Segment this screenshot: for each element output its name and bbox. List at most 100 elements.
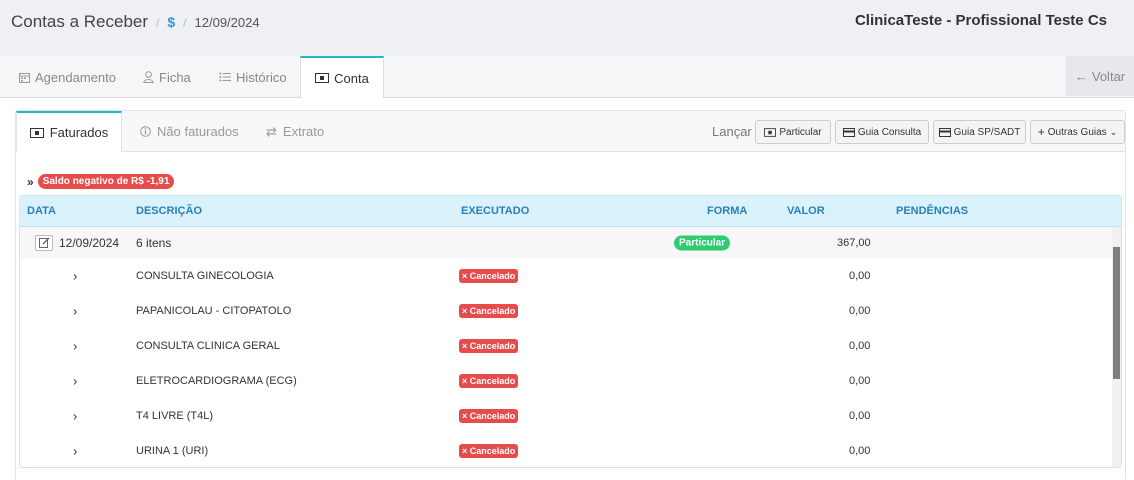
exchange-icon: ⇄ [266,123,277,139]
plus-icon: + [1037,125,1045,139]
saldo-badge: Saldo negativo de R$ -1,91 [37,174,175,189]
top-bar: Contas a Receber / $ / 12/09/2024 Clinic… [0,0,1134,44]
account-panel: Faturados Não faturados ⇄ Extrato Lançar… [15,110,1126,480]
dollar-icon[interactable]: $ [167,14,175,30]
arrow-left-icon: ← [1074,68,1088,84]
row-description: ELETROCARDIOGRAMA (ECG) [136,374,297,387]
back-button[interactable]: ← Voltar [1066,56,1134,96]
header-executado: EXECUTADO [461,205,530,217]
status-badge: × Cancelado [459,338,519,353]
tab-label: Agendamento [35,69,116,85]
row-description: 6 itens [136,235,172,250]
chevron-right-icon[interactable]: › [73,408,77,423]
header-forma: FORMA [707,205,748,217]
chevron-right-icon[interactable]: › [73,338,77,353]
scrollbar[interactable] [1112,227,1121,467]
money-icon [315,73,330,83]
user-icon [143,71,154,83]
subtab-label: Não faturados [157,124,239,139]
row-valor: 0,00 [849,304,871,317]
tab-agendamento[interactable]: Agendamento [19,56,116,98]
edit-icon[interactable] [35,234,53,251]
chevron-right-icon[interactable]: › [73,373,77,388]
header-data: DATA [27,205,56,217]
list-icon [219,72,231,82]
tab-historico[interactable]: Histórico [219,56,287,98]
row-valor: 0,00 [849,374,871,387]
breadcrumb: Contas a Receber / $ / 12/09/2024 [11,12,260,32]
header-pendencias: PENDÊNCIAS [896,205,969,217]
tab-label: Histórico [236,69,287,85]
tab-conta[interactable]: Conta [300,56,384,99]
guia-consulta-button[interactable]: Guia Consulta [835,120,929,144]
tab-nao-faturados[interactable]: Não faturados [140,111,239,152]
calendar-icon [19,72,30,83]
back-label: Voltar [1091,68,1126,84]
row-valor: 0,00 [849,269,871,282]
breadcrumb-date: 12/09/2024 [194,15,260,30]
page-title: Contas a Receber [11,12,149,31]
guia-sp-sadt-button[interactable]: Guia SP/SADT [933,120,1026,144]
row-valor: 0,00 [849,409,871,422]
table-row[interactable]: › PAPANICOLAU - CITOPATOLO × Cancelado 0… [20,293,1113,328]
row-date: 12/09/2024 [59,235,120,250]
main-tabs: Agendamento Ficha Histórico Conta [0,56,1134,99]
row-description: PAPANICOLAU - CITOPATOLO [136,304,292,317]
row-description: CONSULTA CLINICA GERAL [136,339,280,352]
button-label: Particular [779,126,822,138]
row-description: T4 LIVRE (T4L) [136,409,214,422]
status-badge: × Cancelado [459,303,519,318]
button-label: Guia SP/SADT [953,126,1021,138]
table-header: DATA DESCRIÇÃO EXECUTADO FORMA VALOR PEN… [20,196,1121,227]
clinic-name: ClinicaTeste - Profissional Teste Cs [854,12,1107,29]
header-valor: VALOR [787,205,825,217]
breadcrumb-separator: / [156,16,160,30]
table-row[interactable]: › T4 LIVRE (T4L) × Cancelado 0,00 [20,398,1113,433]
status-badge: × Cancelado [459,443,519,458]
chevron-down-icon: ⌄ [1109,126,1118,137]
pencil-icon [38,237,49,248]
status-badge: × Cancelado [459,268,519,283]
outras-guias-dropdown[interactable]: + Outras Guias ⌄ [1030,120,1125,144]
header-descricao: DESCRIÇÃO [136,205,203,217]
breadcrumb-separator: / [183,16,187,30]
card-icon [842,127,855,137]
tab-extrato[interactable]: ⇄ Extrato [266,111,324,152]
billing-table: DATA DESCRIÇÃO EXECUTADO FORMA VALOR PEN… [19,195,1122,468]
chevron-right-icon[interactable]: › [73,303,77,318]
forma-badge: Particular [674,235,731,250]
row-valor: 0,00 [849,339,871,352]
row-valor: 367,00 [837,236,871,249]
subtab-label: Extrato [282,124,325,139]
content-area: Faturados Não faturados ⇄ Extrato Lançar… [0,98,1134,480]
row-description: URINA 1 (URI) [136,444,209,457]
table-row[interactable]: › URINA 1 (URI) × Cancelado 0,00 [20,433,1113,467]
button-label: Outras Guias [1047,126,1107,138]
tab-label: Conta [334,70,369,86]
chevron-right-icon[interactable]: › [73,268,77,283]
raquo-icon: » [27,174,34,189]
money-icon [29,127,44,138]
lancar-label: Lançar [712,124,752,139]
particular-button[interactable]: Particular [755,120,831,144]
status-badge: × Cancelado [459,408,519,423]
card-icon [938,127,951,137]
table-row[interactable]: › CONSULTA CLINICA GERAL × Cancelado 0,0… [20,328,1113,363]
tab-label: Ficha [159,69,191,85]
tab-ficha[interactable]: Ficha [143,56,191,98]
button-label: Guia Consulta [857,126,922,138]
scrollbar-thumb[interactable] [1113,247,1120,379]
tab-faturados[interactable]: Faturados [16,111,122,153]
money-icon [764,127,777,137]
row-description: CONSULTA GINECOLOGIA [136,269,274,282]
chevron-right-icon[interactable]: › [73,443,77,458]
table-row[interactable]: 12/09/2024 6 itens Particular 367,00 [20,227,1113,258]
subtab-label: Faturados [49,125,109,140]
saldo-row: » Saldo negativo de R$ -1,91 [27,174,175,189]
table-row[interactable]: › ELETROCARDIOGRAMA (ECG) × Cancelado 0,… [20,363,1113,398]
sub-tabs: Faturados Não faturados ⇄ Extrato Lançar… [16,111,1125,153]
row-valor: 0,00 [849,444,871,457]
table-row[interactable]: › CONSULTA GINECOLOGIA × Cancelado 0,00 [20,258,1113,293]
info-icon [140,126,151,137]
status-badge: × Cancelado [459,373,519,388]
